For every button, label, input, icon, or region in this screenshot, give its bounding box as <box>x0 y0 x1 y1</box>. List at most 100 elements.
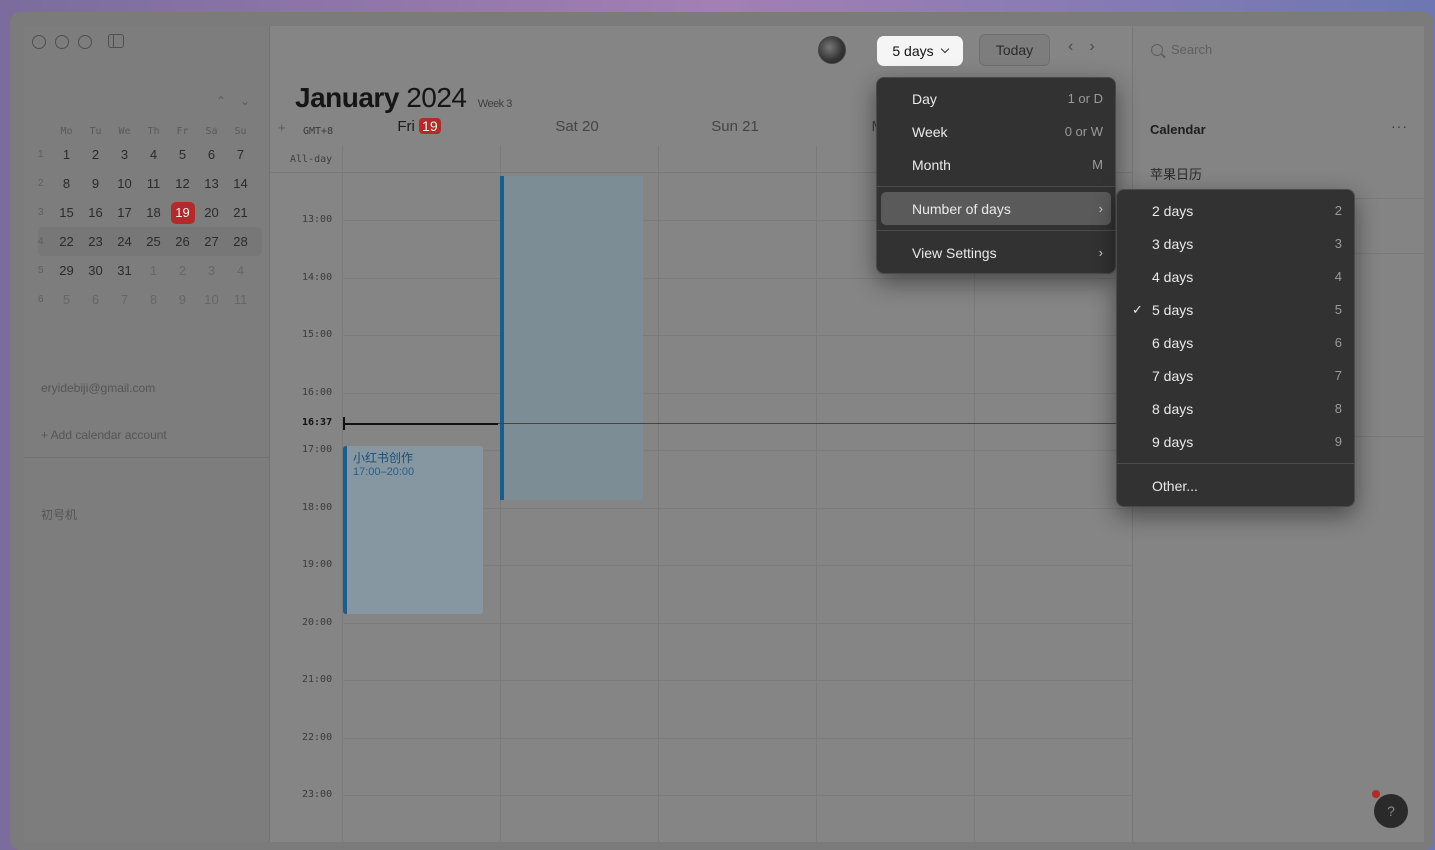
current-time-label: 16:37 <box>302 417 333 428</box>
hour-gridline <box>342 737 1132 739</box>
menu-item-week[interactable]: Week 0 or W <box>877 115 1115 148</box>
mini-calendar-day[interactable]: 9 <box>81 176 110 191</box>
mini-calendar-day[interactable]: 10 <box>197 292 226 307</box>
menu-item-shortcut: M <box>1092 157 1103 172</box>
close-window-button[interactable] <box>32 35 46 49</box>
mini-calendar-day[interactable]: 4 <box>139 147 168 162</box>
mini-calendar-day[interactable]: 12 <box>168 176 197 191</box>
mini-calendar-day[interactable]: 7 <box>110 292 139 307</box>
menu-item-month[interactable]: Month M <box>877 148 1115 181</box>
day-name: Sat <box>555 118 578 135</box>
mini-calendar-day[interactable]: 11 <box>226 292 255 307</box>
menu-item-other[interactable]: Other... <box>1117 469 1354 502</box>
mini-calendar-day[interactable]: 8 <box>139 292 168 307</box>
today-button[interactable]: Today <box>979 34 1050 66</box>
mini-calendar-day[interactable]: 1 <box>139 263 168 278</box>
weekday-header: Tu <box>89 125 102 137</box>
help-button[interactable]: ? <box>1374 794 1408 828</box>
sidebar-toggle-icon[interactable] <box>108 34 124 48</box>
menu-item-days-option[interactable]: 4 days 4 <box>1117 260 1354 293</box>
menu-item-label: 2 days <box>1152 202 1194 219</box>
menu-item-days-option[interactable]: 6 days 6 <box>1117 326 1354 359</box>
menu-item-days-option[interactable]: 3 days 3 <box>1117 227 1354 260</box>
next-icon[interactable]: › <box>1089 38 1094 56</box>
menu-item-days-option[interactable]: ✓ 5 days 5 <box>1117 293 1354 326</box>
mini-calendar-day[interactable]: 14 <box>226 176 255 191</box>
mini-calendar-day[interactable]: 8 <box>52 176 81 191</box>
day-header-mon[interactable]: M <box>814 118 885 135</box>
mini-calendar-day[interactable]: 1 <box>52 147 81 162</box>
account-email[interactable]: eryidebiji@gmail.com <box>41 381 155 395</box>
add-calendar-account-button[interactable]: + Add calendar account <box>41 428 167 442</box>
chevron-down-icon[interactable]: ⌄ <box>240 94 250 108</box>
zoom-window-button[interactable] <box>78 35 92 49</box>
menu-item-days-option[interactable]: 7 days 7 <box>1117 359 1354 392</box>
mini-calendar-day[interactable]: 7 <box>226 147 255 162</box>
menu-item-label: Week <box>912 123 948 140</box>
menu-item-days-option[interactable]: 2 days 2 <box>1117 194 1354 227</box>
mini-calendar-day[interactable]: 29 <box>52 263 81 278</box>
mini-calendar-week-row: 2 8 9 10 11 12 13 14 <box>38 169 262 198</box>
mini-calendar-day[interactable]: 24 <box>110 234 139 249</box>
mini-calendar-day[interactable]: 2 <box>81 147 110 162</box>
mini-calendar-day[interactable]: 2 <box>168 263 197 278</box>
menu-item-days-option[interactable]: 9 days 9 <box>1117 425 1354 458</box>
weekday-header: Fr <box>176 125 189 137</box>
mini-calendar-today[interactable]: 19 <box>170 201 195 224</box>
view-dropdown-label: 5 days <box>892 43 934 59</box>
day-header-sun[interactable]: Sun 21 <box>656 118 814 135</box>
hour-label: 14:00 <box>302 271 333 283</box>
mini-calendar-day[interactable]: 18 <box>139 205 168 220</box>
mini-calendar-day[interactable]: 17 <box>110 205 139 220</box>
mini-calendar-day[interactable]: 21 <box>226 205 255 220</box>
mini-calendar-day[interactable]: 28 <box>226 234 255 249</box>
mini-calendar-day[interactable]: 22 <box>52 234 81 249</box>
mini-calendar-day[interactable]: 10 <box>110 176 139 191</box>
event-block[interactable]: 小红书创作 17:00–20:00 <box>343 446 483 614</box>
sidebar-divider <box>24 457 269 458</box>
mini-calendar-day[interactable]: 13 <box>197 176 226 191</box>
calendar-section-title: Calendar <box>1150 122 1206 137</box>
minimize-window-button[interactable] <box>55 35 69 49</box>
previous-icon[interactable]: ‹ <box>1068 38 1073 56</box>
chevron-up-icon[interactable]: ⌃ <box>216 94 226 108</box>
mini-calendar-day[interactable]: 30 <box>81 263 110 278</box>
notification-dot <box>1372 790 1380 798</box>
mini-calendar-day[interactable]: 6 <box>81 292 110 307</box>
menu-item-label: 8 days <box>1152 400 1194 417</box>
menu-item-days-option[interactable]: 8 days 8 <box>1117 392 1354 425</box>
mini-calendar-day[interactable]: 31 <box>110 263 139 278</box>
menu-item-label: 3 days <box>1152 235 1194 252</box>
menu-item-label: 5 days <box>1152 301 1194 318</box>
day-header-sat[interactable]: Sat 20 <box>498 118 656 135</box>
device-label[interactable]: 初号机 <box>41 506 77 523</box>
add-timezone-icon[interactable]: + <box>278 120 286 135</box>
search-input[interactable]: Search <box>1151 42 1212 57</box>
mini-calendar-day[interactable]: 27 <box>197 234 226 249</box>
mini-calendar-day[interactable]: 20 <box>197 205 226 220</box>
event-block[interactable] <box>500 176 643 500</box>
mini-calendar-nav: ⌃ ⌄ <box>216 94 250 108</box>
mini-calendar-day[interactable]: 4 <box>226 263 255 278</box>
mini-calendar-day[interactable]: 26 <box>168 234 197 249</box>
mini-calendar-day[interactable]: 5 <box>52 292 81 307</box>
mini-calendar-day[interactable]: 5 <box>168 147 197 162</box>
view-dropdown-button[interactable]: 5 days <box>877 36 963 66</box>
mini-calendar-day[interactable]: 15 <box>52 205 81 220</box>
menu-item-view-settings[interactable]: View Settings › <box>877 236 1115 269</box>
menu-item-day[interactable]: Day 1 or D <box>877 82 1115 115</box>
mini-calendar-day[interactable]: 11 <box>139 176 168 191</box>
mini-calendar-day[interactable]: 23 <box>81 234 110 249</box>
current-time-line <box>344 423 498 425</box>
day-header-fri[interactable]: Fri 19 <box>340 118 498 135</box>
mini-calendar-day[interactable]: 25 <box>139 234 168 249</box>
mini-calendar-day[interactable]: 9 <box>168 292 197 307</box>
mini-calendar-day[interactable]: 6 <box>197 147 226 162</box>
menu-item-number-of-days[interactable]: Number of days › <box>881 192 1111 225</box>
mini-calendar-day[interactable]: 3 <box>197 263 226 278</box>
more-icon[interactable]: ··· <box>1391 118 1408 134</box>
avatar[interactable] <box>818 36 846 64</box>
mini-calendar-day[interactable]: 3 <box>110 147 139 162</box>
calendar-list-item[interactable]: 苹果日历 <box>1150 164 1202 183</box>
mini-calendar-day[interactable]: 16 <box>81 205 110 220</box>
